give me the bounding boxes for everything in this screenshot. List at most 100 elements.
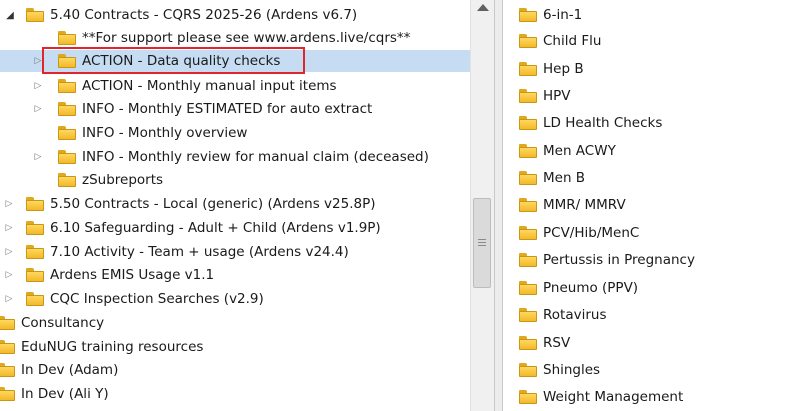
tree-node-label: INFO - Monthly ESTIMATED for auto extrac… [82, 101, 373, 117]
tree-node[interactable]: In Dev (Adam) [0, 359, 470, 381]
folder-icon [519, 390, 537, 404]
folder-icon [26, 8, 44, 22]
expand-icon[interactable]: ▷ [32, 146, 44, 168]
tree-node-label: EduNUG training resources [21, 339, 204, 355]
collapse-icon[interactable]: ◢ [4, 4, 16, 26]
grip-icon [478, 239, 486, 240]
folder-icon [519, 336, 537, 350]
expand-icon[interactable]: ▷ [3, 217, 15, 239]
tree-node[interactable]: ▷ Ardens EMIS Usage v1.1 [0, 264, 470, 286]
expand-icon[interactable]: ▷ [3, 264, 15, 286]
folder-icon [519, 62, 537, 76]
tree-node[interactable]: ▷ INFO - Monthly ESTIMATED for auto extr… [0, 98, 470, 120]
list-item[interactable]: 6-in-1 [519, 4, 582, 26]
tree-node-label: In Dev (Adam) [21, 362, 119, 378]
pane-splitter[interactable] [494, 0, 503, 411]
list-item[interactable]: Pneumo (PPV) [519, 277, 638, 299]
list-item-label: HPV [543, 88, 571, 104]
folder-icon [58, 173, 76, 187]
expand-icon[interactable]: ▷ [32, 98, 44, 120]
tree-node[interactable]: EduNUG training resources [0, 336, 470, 358]
tree-node[interactable]: ◢ 5.40 Contracts - CQRS 2025-26 (Ardens … [0, 4, 470, 26]
folder-icon [519, 144, 537, 158]
tree-node[interactable]: zSubreports [0, 169, 470, 191]
folder-icon [26, 197, 44, 211]
folder-icon [519, 8, 537, 22]
folder-icon [58, 102, 76, 116]
list-item[interactable]: LD Health Checks [519, 112, 662, 134]
list-item-label: PCV/Hib/MenC [543, 225, 640, 241]
folder-icon [58, 31, 76, 45]
list-item-label: Men ACWY [543, 143, 616, 159]
tree-node[interactable]: In Dev (Ali Y) [0, 383, 470, 405]
list-item-label: MMR/ MMRV [543, 197, 626, 213]
folder-icon [519, 34, 537, 48]
folder-icon [519, 308, 537, 322]
expand-icon[interactable]: ▷ [3, 288, 15, 310]
tree-node-label: INFO - Monthly overview [82, 125, 248, 141]
list-item-label: Hep B [543, 61, 584, 77]
tree-node-label: Ardens EMIS Usage v1.1 [50, 267, 215, 283]
list-item[interactable]: RSV [519, 332, 570, 354]
expand-icon[interactable]: ▷ [32, 75, 44, 97]
tree-node-label: **For support please see www.ardens.live… [82, 30, 411, 46]
list-item[interactable]: Hep B [519, 58, 584, 80]
list-item[interactable]: Weight Management [519, 386, 683, 408]
tree-node-label: Consultancy [21, 315, 105, 331]
list-item[interactable]: MMR/ MMRV [519, 194, 626, 216]
list-item-label: Shingles [543, 362, 601, 378]
tree-node[interactable]: **For support please see www.ardens.live… [0, 27, 470, 49]
folder-icon [519, 171, 537, 185]
folder-icon [519, 363, 537, 377]
tree-pane: ◢ 5.40 Contracts - CQRS 2025-26 (Ardens … [0, 0, 470, 411]
list-item-label: Rotavirus [543, 307, 607, 323]
tree-node[interactable]: ▷ INFO - Monthly review for manual claim… [0, 146, 470, 168]
tree-node-label: zSubreports [82, 172, 164, 188]
expand-icon[interactable]: ▷ [3, 241, 15, 263]
tree-node[interactable]: ▷ 7.10 Activity - Team + usage (Ardens v… [0, 241, 470, 263]
folder-icon [0, 387, 15, 401]
tree-node[interactable]: ▷ ACTION - Monthly manual input items [0, 75, 470, 97]
list-item[interactable]: Pertussis in Pregnancy [519, 249, 695, 271]
folder-list-pane: 6-in-1 Child Flu Hep B HPV LD Health Che… [503, 0, 797, 411]
folder-icon [58, 150, 76, 164]
folder-icon [519, 198, 537, 212]
tree-node[interactable]: ▷ 6.10 Safeguarding - Adult + Child (Ard… [0, 217, 470, 239]
list-item-label: Men B [543, 170, 586, 186]
list-item[interactable]: Child Flu [519, 30, 601, 52]
folder-icon [58, 126, 76, 140]
folder-icon [26, 292, 44, 306]
tree-node-label: 6.10 Safeguarding - Adult + Child (Arden… [50, 220, 381, 236]
tree-scrollbar[interactable] [470, 0, 495, 411]
folder-icon [519, 253, 537, 267]
folder-icon [58, 79, 76, 93]
tree-node[interactable]: ▷ 5.50 Contracts - Local (generic) (Arde… [0, 193, 470, 215]
folder-icon [26, 268, 44, 282]
tree-node[interactable]: ▷ CQC Inspection Searches (v2.9) [0, 288, 470, 310]
expand-icon[interactable]: ▷ [3, 193, 15, 215]
list-item-label: Child Flu [543, 33, 602, 49]
tree-node-label: 5.40 Contracts - CQRS 2025-26 (Ardens v6… [50, 7, 358, 23]
folder-icon [0, 363, 15, 377]
list-item[interactable]: HPV [519, 85, 571, 107]
list-item-label: Pertussis in Pregnancy [543, 252, 695, 268]
tree-node-label: In Dev (Ali Y) [21, 386, 109, 402]
tree-node[interactable]: Consultancy [0, 312, 470, 334]
folder-icon [519, 116, 537, 130]
folder-icon [519, 226, 537, 240]
list-item[interactable]: Rotavirus [519, 304, 606, 326]
tree-node-label: CQC Inspection Searches (v2.9) [50, 291, 264, 307]
list-item[interactable]: PCV/Hib/MenC [519, 222, 639, 244]
list-item[interactable]: Men B [519, 167, 585, 189]
scroll-thumb[interactable] [473, 198, 491, 288]
list-item[interactable]: Men ACWY [519, 140, 616, 162]
tree-node[interactable]: INFO - Monthly overview [0, 122, 470, 144]
highlight-box [42, 47, 305, 74]
list-item[interactable]: Shingles [519, 359, 600, 381]
grip-icon [478, 245, 486, 246]
arrow-up-icon[interactable] [477, 4, 489, 11]
tree-node-label: INFO - Monthly review for manual claim (… [82, 149, 429, 165]
folder-icon [519, 89, 537, 103]
folder-icon [0, 316, 15, 330]
folder-icon [519, 281, 537, 295]
